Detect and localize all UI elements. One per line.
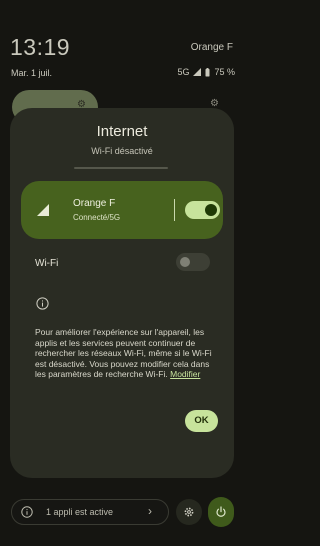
power-button[interactable] <box>208 497 234 527</box>
chevron-right-icon: › <box>148 504 152 518</box>
dialog-title: Internet <box>96 123 148 140</box>
active-apps-label: 1 appli est active <box>46 507 114 517</box>
modify-link[interactable]: Modifier <box>170 369 200 379</box>
battery-level: 75 % <box>214 67 235 77</box>
wifi-toggle[interactable] <box>176 253 210 271</box>
network-type: 5G <box>177 67 190 77</box>
clock: 13:19 <box>10 34 71 60</box>
info-icon <box>36 297 49 310</box>
cell-signal-icon <box>193 68 202 76</box>
divider <box>174 199 175 221</box>
dialog-subtitle: Wi-Fi désactivé <box>91 146 153 156</box>
divider <box>74 167 168 169</box>
date: Mar. 1 juil. <box>11 68 53 78</box>
network-status: Connecté/5G <box>73 213 121 222</box>
ok-button[interactable]: OK <box>185 410 218 432</box>
wifi-scanning-info: Pour améliorer l'expérience sur l'appare… <box>35 327 215 380</box>
mobile-network-card[interactable]: Orange F Connecté/5G <box>21 181 223 239</box>
settings-button[interactable] <box>176 499 202 525</box>
network-name: Orange F <box>73 198 116 209</box>
carrier-name: Orange F <box>190 42 233 53</box>
active-apps-button[interactable]: 1 appli est active › <box>11 499 169 525</box>
info-icon <box>21 506 33 518</box>
internet-dialog: Internet Wi-Fi désactivé Orange F Connec… <box>10 108 234 478</box>
status-icons: 5G 75 % <box>177 67 235 77</box>
toggle-knob <box>205 204 217 216</box>
cell-signal-icon <box>37 204 49 216</box>
mobile-data-toggle[interactable] <box>185 201 220 219</box>
gear-icon <box>184 507 194 517</box>
battery-icon <box>205 67 210 76</box>
power-icon <box>216 506 226 517</box>
wifi-label: Wi-Fi <box>35 258 59 269</box>
toggle-knob <box>180 257 190 267</box>
